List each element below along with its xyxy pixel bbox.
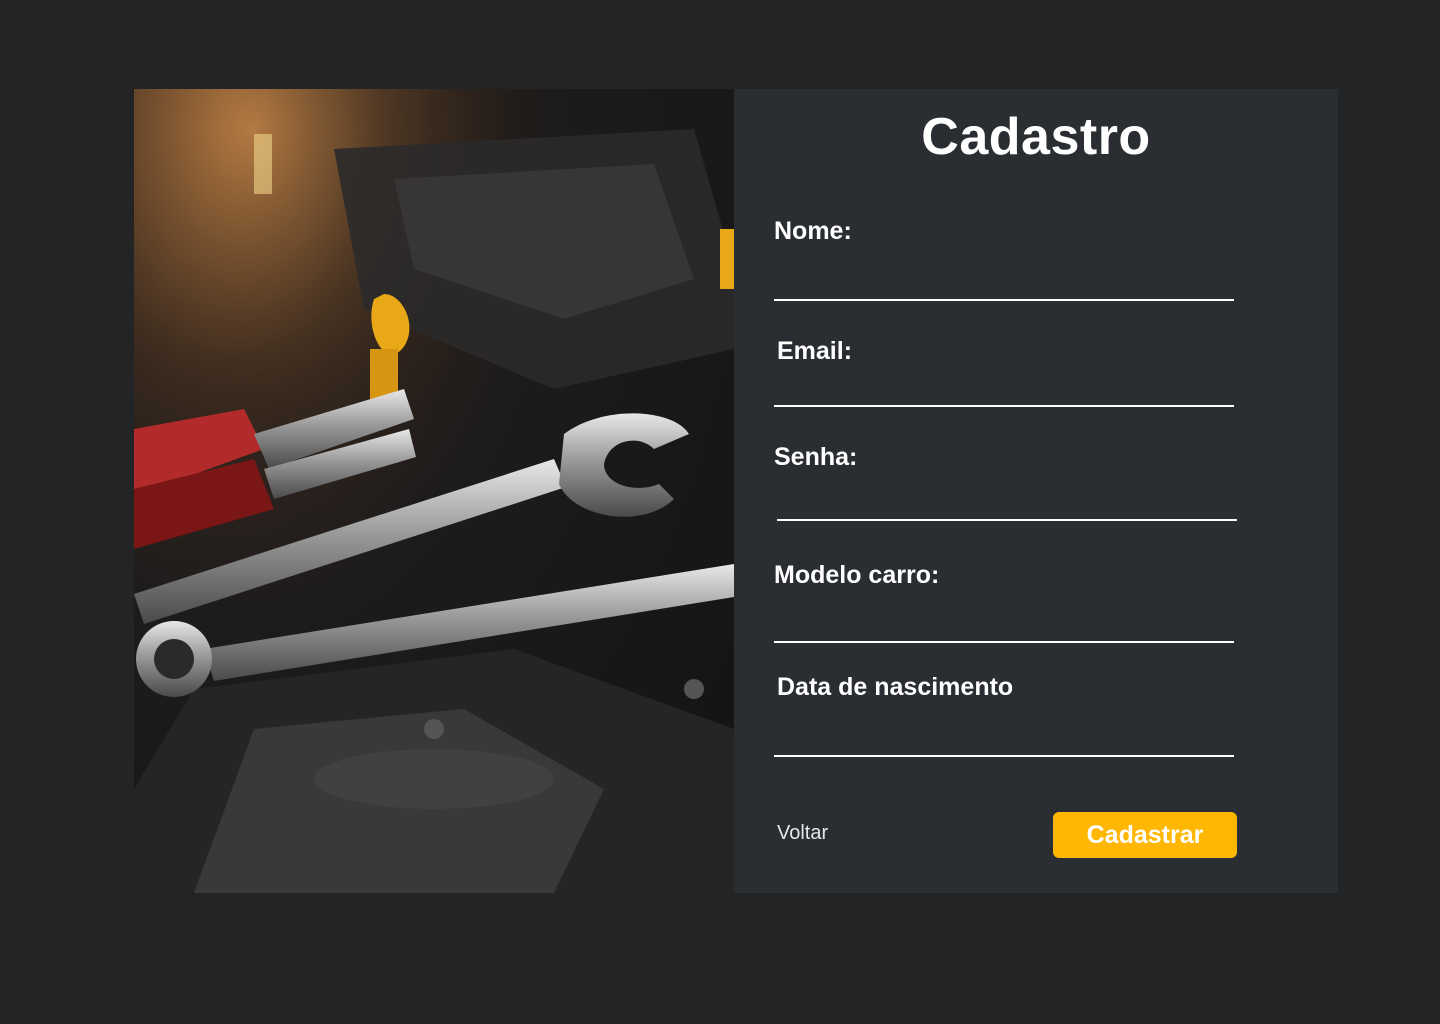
car-model-field[interactable]: [774, 609, 1234, 643]
register-card: Cadastro Nome: Email: Senha: Modelo carr…: [134, 89, 1338, 893]
birthdate-field[interactable]: [774, 723, 1234, 757]
wrench-tools-image: [134, 89, 734, 893]
email-field[interactable]: [774, 373, 1234, 407]
register-button[interactable]: Cadastrar: [1053, 812, 1237, 858]
password-field[interactable]: [777, 487, 1237, 521]
email-label: Email:: [777, 337, 853, 365]
back-link[interactable]: Voltar: [777, 822, 828, 845]
password-label: Senha:: [774, 443, 858, 471]
name-field[interactable]: [774, 267, 1234, 301]
mechanic-tools-photo: [134, 89, 734, 893]
birthdate-label: Data de nascimento: [777, 673, 1014, 701]
page-title: Cadastro: [921, 108, 1151, 166]
car-model-label: Modelo carro:: [774, 561, 940, 589]
register-form-panel: Cadastro Nome: Email: Senha: Modelo carr…: [734, 89, 1338, 893]
name-label: Nome:: [774, 217, 852, 245]
